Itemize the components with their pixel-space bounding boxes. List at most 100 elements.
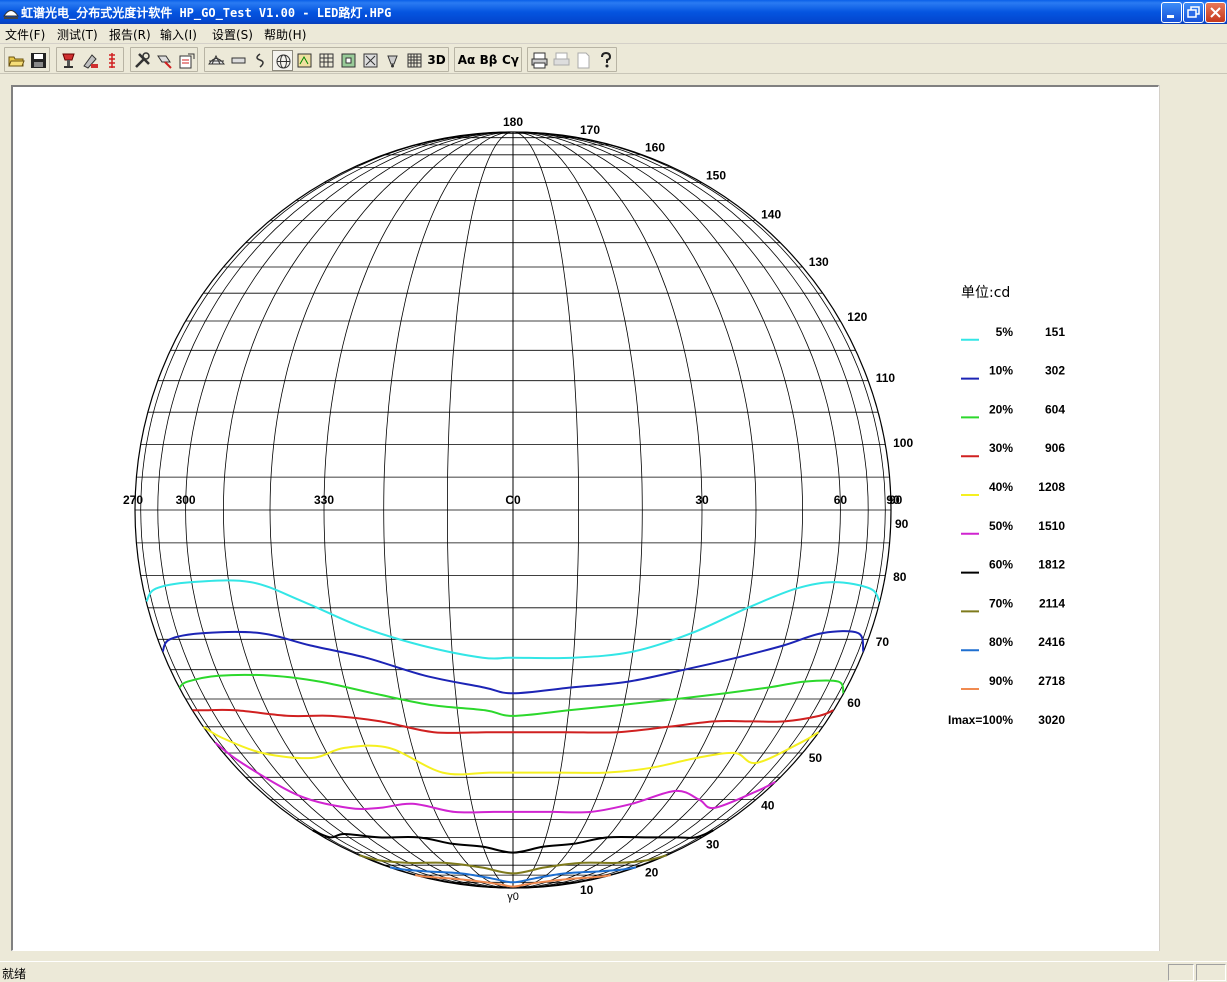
legend-percent: 30% — [989, 441, 1013, 455]
gamma-angle-label: 150 — [706, 169, 726, 183]
gamma-bottom-label: γ0 — [507, 891, 519, 903]
legend-value: 151 — [1045, 325, 1065, 339]
half-dome-icon — [208, 54, 225, 65]
open-button[interactable] — [6, 50, 27, 71]
document-icon — [297, 53, 312, 68]
restore-button[interactable] — [1183, 2, 1204, 23]
toolbar-group-test — [56, 47, 124, 72]
beta-button[interactable]: Bβ — [478, 50, 499, 71]
isocandela-contour-20 — [178, 673, 845, 717]
legend-percent: 20% — [989, 402, 1013, 416]
c-angle-label: 270 — [123, 493, 143, 507]
gamma-angle-label: 110 — [876, 371, 896, 385]
lamp-test-button[interactable] — [58, 50, 79, 71]
gamma-button[interactable]: Cγ — [500, 50, 521, 71]
page-setup-icon — [577, 52, 590, 69]
polar-curve-icon — [256, 53, 264, 68]
save-disk-icon — [31, 53, 46, 68]
globe-button[interactable] — [272, 50, 293, 71]
alpha-button[interactable]: Aα — [456, 50, 477, 71]
print-icon — [531, 52, 548, 69]
window-title: 虹谱光电_分布式光度计软件 HP_GO_Test V1.00 - LED路灯.H… — [21, 6, 392, 20]
close-button[interactable] — [1205, 2, 1226, 23]
photometer-app-icon[interactable] — [3, 4, 19, 20]
cone-button[interactable] — [382, 50, 403, 71]
minimize-button[interactable] — [1161, 2, 1182, 23]
isocandela-chart: 270 300 330 C0 30 60 90 180 170 160 150 140 130 120 11… — [123, 115, 1065, 903]
legend-percent: 10% — [989, 364, 1013, 378]
menu-file[interactable]: 文件(F) — [5, 26, 45, 43]
measure-button[interactable] — [80, 50, 101, 71]
report-edit-button[interactable] — [176, 50, 197, 71]
title-bar[interactable]: 虹谱光电_分布式光度计软件 HP_GO_Test V1.00 - LED路灯.H… — [0, 0, 1227, 24]
alpha-icon: Aα — [457, 53, 476, 67]
box-b-button[interactable] — [360, 50, 381, 71]
close-icon — [1210, 7, 1221, 18]
print-preview-button[interactable] — [551, 50, 572, 71]
grid-button[interactable] — [316, 50, 337, 71]
gamma-angle-label: 90 — [889, 493, 903, 507]
menu-report[interactable]: 报告(R) — [109, 26, 151, 43]
menu-settings[interactable]: 设置(S) — [212, 26, 253, 43]
legend-percent: 5% — [996, 325, 1014, 339]
legend-percent: 40% — [989, 480, 1013, 494]
box-a-button[interactable] — [338, 50, 359, 71]
c-angle-label: 300 — [176, 493, 196, 507]
gamma-angle-label: 140 — [761, 207, 781, 221]
half-dome-button[interactable] — [206, 50, 227, 71]
polar-curve-button[interactable] — [250, 50, 271, 71]
gamma-angle-label: 80 — [893, 570, 907, 584]
legend-imax-value: 3020 — [1038, 713, 1065, 727]
red-scale-icon — [109, 53, 115, 68]
legend-value: 1208 — [1038, 480, 1065, 494]
page-setup-button[interactable] — [573, 50, 594, 71]
legend-value: 302 — [1045, 364, 1065, 378]
toolbar-group-print — [527, 47, 617, 72]
tools-icon — [135, 52, 150, 68]
right-panel — [1159, 85, 1213, 951]
print-button[interactable] — [529, 50, 550, 71]
menu-bar: 文件(F) 测试(T) 报告(R) 输入(I) 设置(S) 帮助(H) — [0, 24, 1227, 44]
legend-percent: 90% — [989, 674, 1013, 688]
calibrate-icon — [157, 55, 172, 69]
bar-icon — [231, 57, 246, 64]
legend-title: 单位:cd — [961, 285, 1010, 301]
gamma-angle-label: 120 — [847, 310, 867, 324]
document-button[interactable] — [294, 50, 315, 71]
c-angle-label: C0 — [505, 493, 521, 507]
report-edit-icon — [179, 53, 195, 69]
menu-test[interactable]: 测试(T) — [57, 26, 98, 43]
gamma-angle-label: 30 — [706, 837, 720, 851]
minimize-icon — [1167, 15, 1174, 18]
c-angle-label: 330 — [314, 493, 334, 507]
isocandela-contour-40 — [202, 725, 820, 776]
save-button[interactable] — [28, 50, 49, 71]
gamma-angle-label: 100 — [893, 436, 913, 450]
bar-button[interactable] — [228, 50, 249, 71]
3d-view-icon: 3D — [427, 53, 446, 67]
dense-grid-button[interactable] — [404, 50, 425, 71]
gamma-angle-label: 170 — [580, 123, 600, 137]
menu-input[interactable]: 输入(I) — [160, 26, 197, 43]
c-angle-label: 30 — [695, 493, 709, 507]
3d-view-button[interactable]: 3D — [426, 50, 447, 71]
gamma-icon: Cγ — [502, 53, 519, 67]
calibrate-button[interactable] — [154, 50, 175, 71]
legend-value: 1812 — [1038, 558, 1065, 572]
cone-icon — [387, 55, 398, 68]
legend-value: 906 — [1045, 441, 1065, 455]
legend-value: 604 — [1045, 402, 1065, 416]
red-scale-button[interactable] — [102, 50, 123, 71]
help-button[interactable] — [595, 50, 616, 71]
tools-button[interactable] — [132, 50, 153, 71]
isocandela-canvas[interactable]: 270 300 330 C0 30 60 90 180 170 160 150 140 130 120 11… — [11, 85, 1159, 951]
status-panel-1 — [1168, 964, 1194, 981]
menu-help[interactable]: 帮助(H) — [264, 26, 306, 43]
print-preview-icon — [553, 52, 570, 66]
globe-icon — [276, 54, 291, 69]
dense-grid-icon — [407, 53, 422, 68]
toolbar-group-coords: Aα Bβ Cγ — [454, 47, 522, 72]
legend-value: 2416 — [1038, 635, 1065, 649]
gamma-angle-label: 60 — [847, 696, 861, 710]
legend-value: 2718 — [1038, 674, 1065, 688]
